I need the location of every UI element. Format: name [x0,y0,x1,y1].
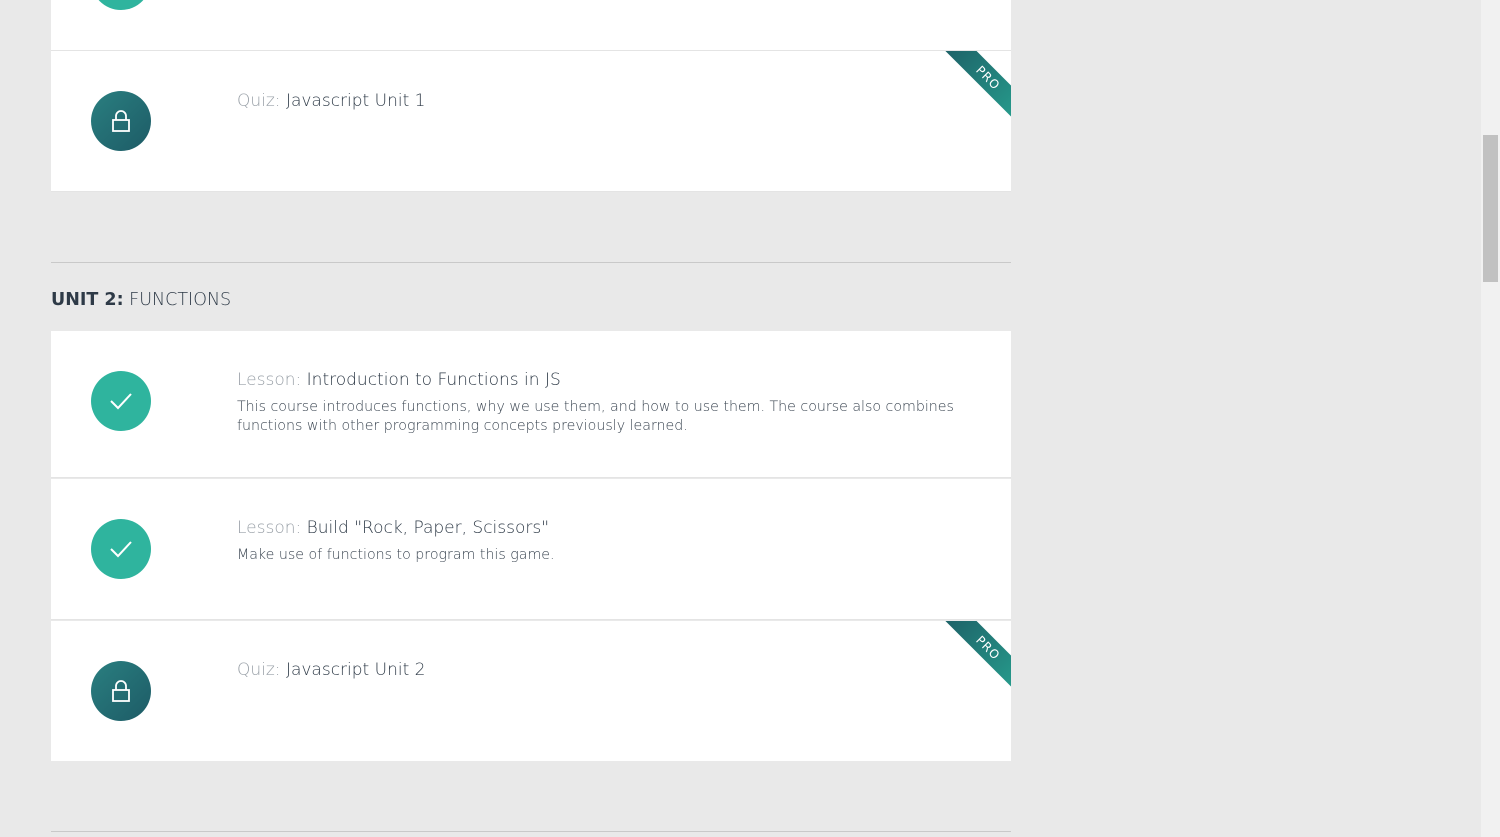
quiz-title[interactable]: Quiz: Javascript Unit 1 [237,91,425,111]
lesson-title[interactable]: Lesson: Introduction to Functions in JS [237,370,561,390]
item-name: Javascript Unit 2 [285,660,426,680]
section-divider [51,262,1011,263]
pro-badge: PRO [941,621,1011,691]
check-icon [110,393,132,410]
vertical-scrollbar[interactable] [1481,0,1500,837]
item-name: Build "Rock, Paper, Scissors" [306,518,550,538]
item-name: Javascript Unit 1 [285,91,426,111]
pro-ribbon: PRO [941,621,1011,691]
lesson-description: This course introduces functions, why we… [237,399,954,434]
lesson-description: Make use of functions to program this ga… [237,547,555,563]
unit-name: FUNCTIONS [129,290,232,310]
item-name: Introduction to Functions in JS [306,370,561,390]
section-divider [51,831,1011,832]
quiz-card-unit1[interactable]: Quiz: Javascript Unit 1 PRO [51,51,1011,192]
course-outline: Quiz: Javascript Unit 1 PRO UNIT 2: FUNC… [0,0,1481,837]
unit-header: UNIT 2: FUNCTIONS [51,290,231,310]
pro-ribbon: PRO [941,51,1011,121]
check-icon [110,541,132,558]
lesson-card[interactable]: Lesson: Build "Rock, Paper, Scissors" Ma… [51,479,1011,620]
locked-badge [91,661,151,721]
lesson-card[interactable]: Lesson: Introduction to Functions in JS … [51,331,1011,478]
lesson-title[interactable]: Lesson: Build "Rock, Paper, Scissors" [237,518,549,538]
item-kind: Quiz: [237,91,281,111]
completed-badge [91,371,151,431]
item-kind: Quiz: [237,660,281,680]
completed-badge [91,519,151,579]
lesson-card-partial[interactable] [51,0,1011,51]
locked-badge [91,91,151,151]
scrollbar-thumb[interactable] [1483,135,1498,282]
item-kind: Lesson: [237,370,302,390]
item-kind: Lesson: [237,518,302,538]
quiz-title[interactable]: Quiz: Javascript Unit 2 [237,660,425,680]
pro-badge: PRO [941,51,1011,121]
quiz-card-unit2[interactable]: Quiz: Javascript Unit 2 PRO [51,621,1011,761]
completed-badge [91,0,151,10]
lock-icon [112,110,130,132]
lock-icon [112,680,130,702]
unit-label: UNIT 2: [51,290,124,310]
